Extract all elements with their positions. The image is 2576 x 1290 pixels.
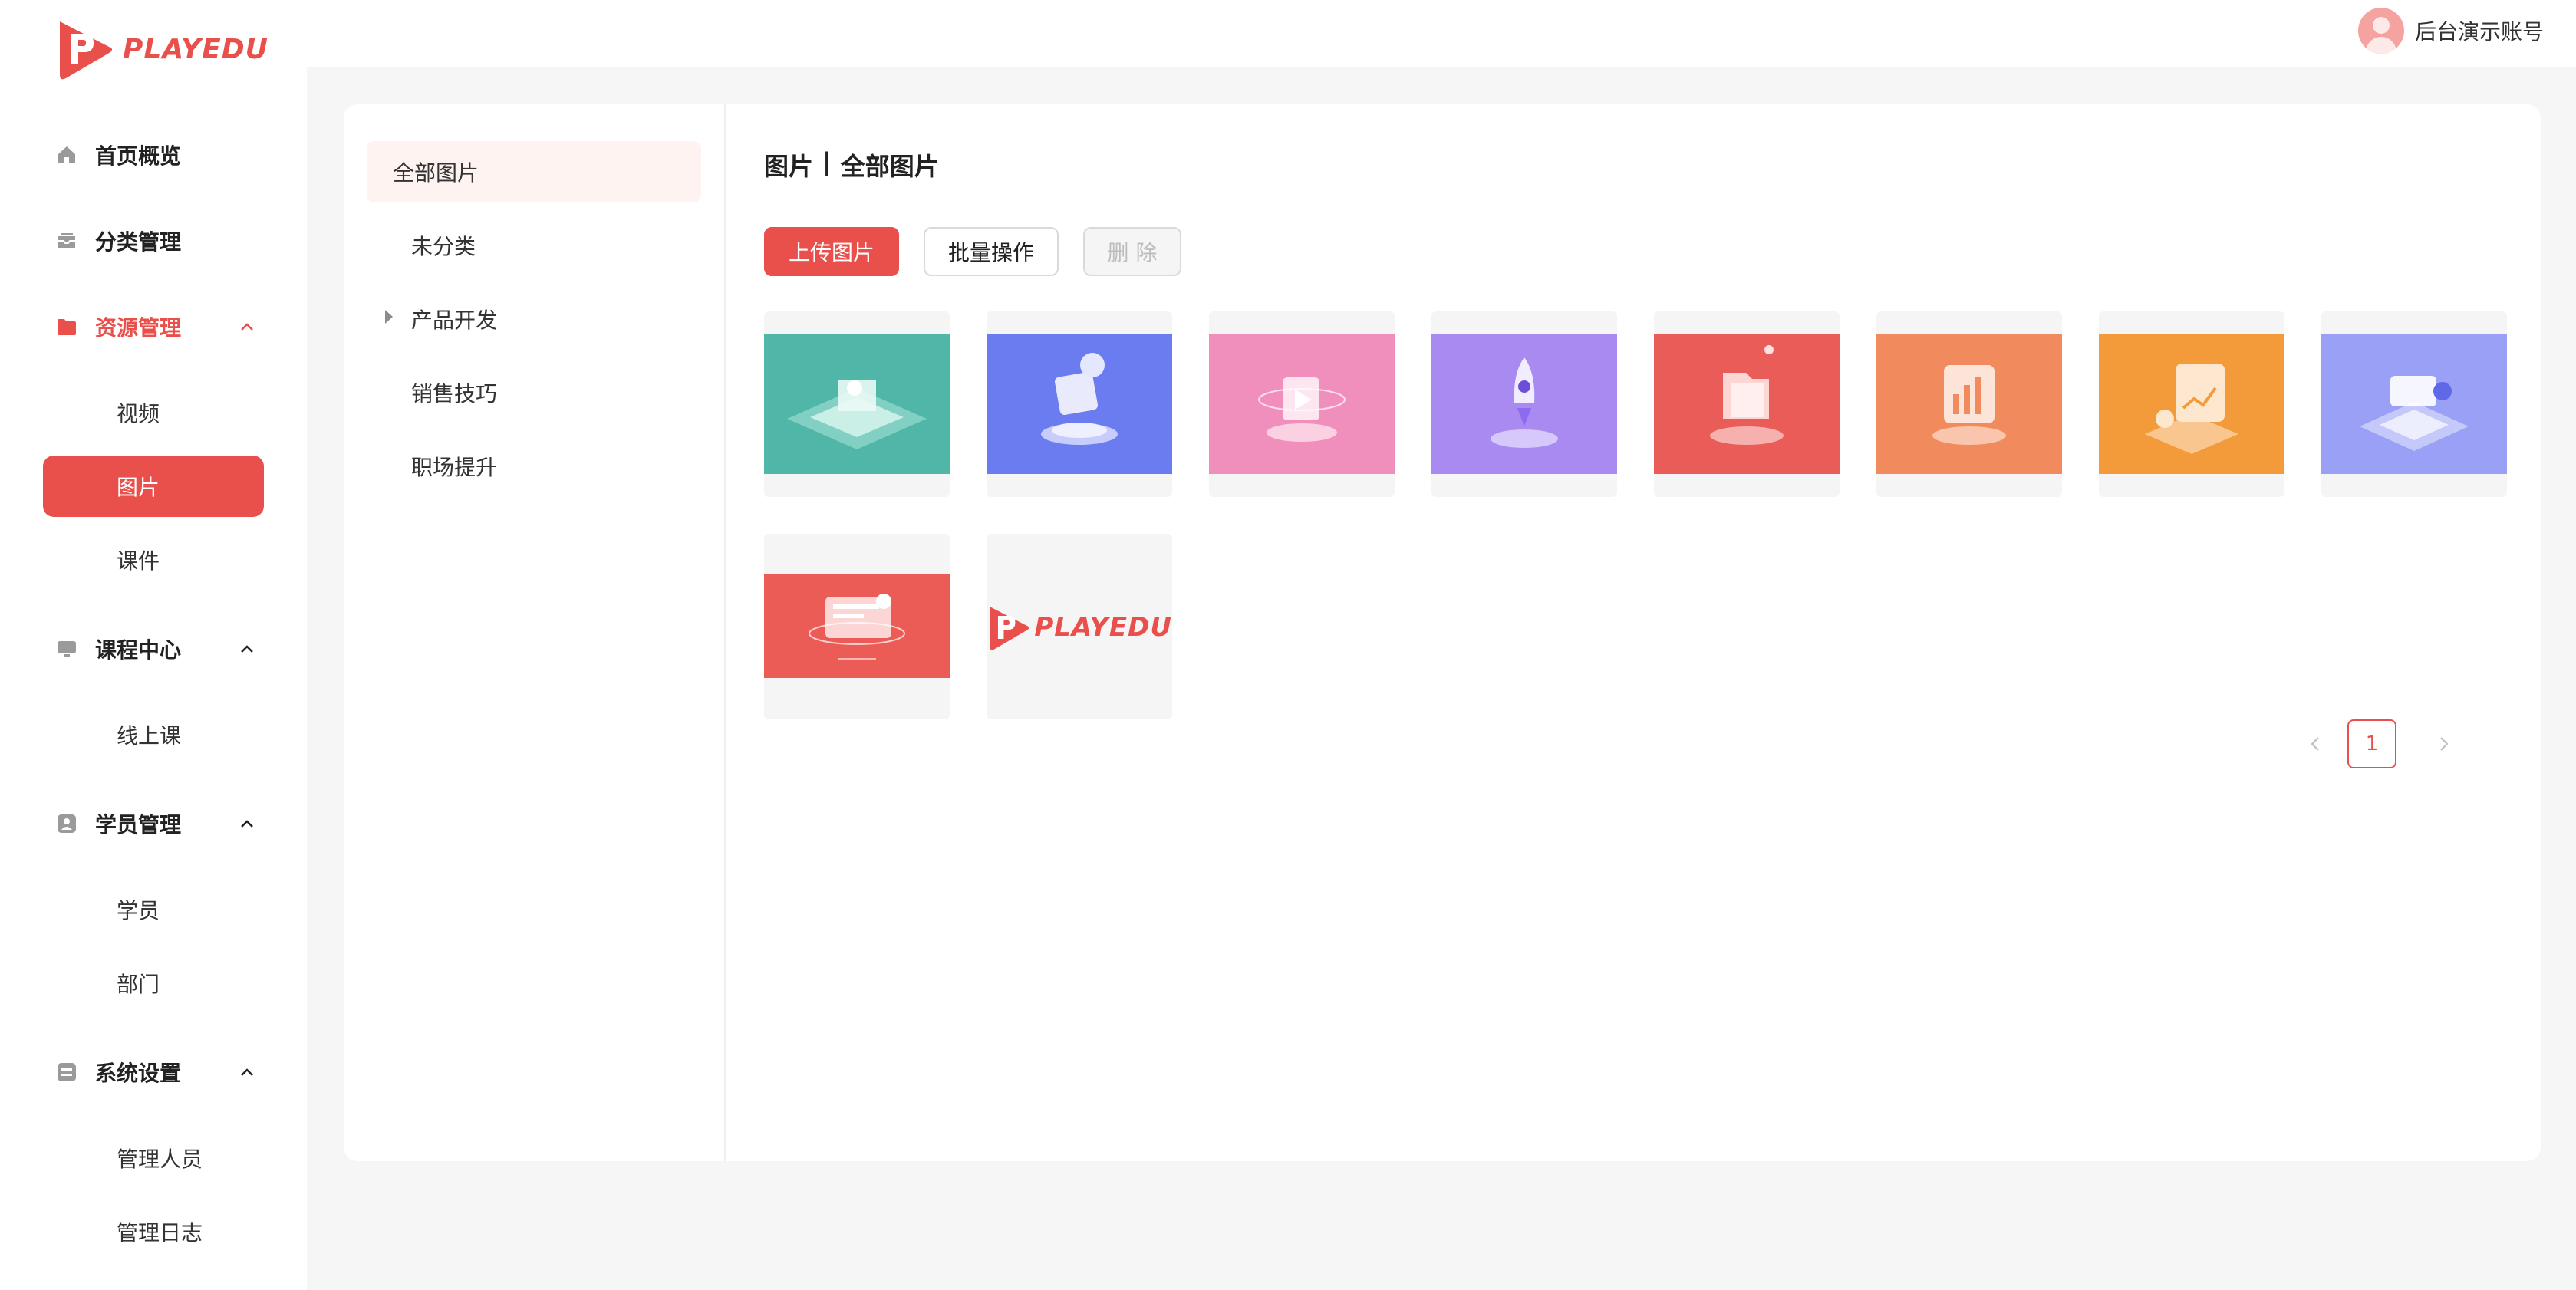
category-tree: 全部图片 未分类 产品开发 销售技巧 职场提升 bbox=[344, 104, 726, 1161]
image-thumb-red-ui[interactable] bbox=[764, 534, 950, 719]
category-item-product-dev[interactable]: 产品开发 bbox=[411, 296, 497, 342]
user-name[interactable]: 后台演示账号 bbox=[2415, 15, 2544, 46]
sidebar-subitem-images[interactable]: 图片 bbox=[117, 463, 160, 509]
caret-right-icon[interactable] bbox=[384, 308, 394, 325]
sidebar-item-home[interactable]: 首页概览 bbox=[55, 132, 181, 178]
sidebar-subitem-admins[interactable]: 管理人员 bbox=[117, 1135, 203, 1181]
home-icon bbox=[55, 143, 78, 166]
pagination: 1 bbox=[2300, 719, 2459, 768]
sidebar-item-label: 首页概览 bbox=[95, 143, 182, 169]
sidebar-item-label: 课程中心 bbox=[95, 637, 182, 663]
category-label: 销售技巧 bbox=[411, 381, 498, 406]
batch-operation-button[interactable]: 批量操作 bbox=[924, 227, 1059, 276]
image-thumb-purple[interactable] bbox=[1431, 311, 1617, 497]
playedu-logo-icon bbox=[990, 607, 1029, 650]
image-thumb-lavender[interactable] bbox=[2321, 311, 2507, 497]
image-thumb-orange[interactable] bbox=[1876, 311, 2062, 497]
category-label: 产品开发 bbox=[411, 308, 498, 333]
brand-logo[interactable]: PLAYEDU bbox=[55, 17, 268, 81]
monitor-icon bbox=[55, 637, 78, 660]
image-illustration bbox=[987, 334, 1172, 474]
sidebar-subitem-label: 图片 bbox=[117, 475, 160, 500]
sidebar-subitem-label: 管理日志 bbox=[117, 1220, 203, 1246]
chevron-left-icon[interactable] bbox=[2300, 729, 2331, 759]
category-item-career[interactable]: 职场提升 bbox=[411, 443, 497, 489]
sidebar-item-courses[interactable]: 课程中心 bbox=[55, 626, 181, 672]
category-item-sales[interactable]: 销售技巧 bbox=[411, 370, 497, 416]
user-card-icon bbox=[55, 812, 78, 835]
image-illustration bbox=[1431, 334, 1617, 474]
playedu-logo-icon bbox=[60, 21, 112, 80]
sidebar-subitem-label: 学员 bbox=[117, 898, 160, 923]
top-header: 后台演示账号 bbox=[0, 0, 2576, 67]
sidebar-subitem-label: 线上课 bbox=[117, 723, 182, 749]
category-item-uncategorized[interactable]: 未分类 bbox=[411, 222, 476, 268]
chevron-up-icon[interactable] bbox=[238, 640, 256, 658]
sidebar-subitem-label: 部门 bbox=[117, 972, 160, 997]
sidebar-subitem-student[interactable]: 学员 bbox=[117, 887, 160, 933]
category-label: 全部图片 bbox=[393, 160, 479, 186]
image-thumb-blue[interactable] bbox=[987, 311, 1172, 497]
chevron-up-icon[interactable] bbox=[238, 1063, 256, 1081]
sidebar-item-label: 学员管理 bbox=[95, 812, 182, 838]
image-thumb-pink[interactable] bbox=[1209, 311, 1395, 497]
page-number-current[interactable]: 1 bbox=[2347, 719, 2396, 768]
sidebar-subitem-label: 视频 bbox=[117, 401, 160, 426]
sidebar-item-label: 系统设置 bbox=[95, 1061, 182, 1086]
sidebar-subitem-label: 管理人员 bbox=[117, 1147, 203, 1172]
settings-panel-icon bbox=[55, 1061, 78, 1084]
sidebar-subitem-department[interactable]: 部门 bbox=[117, 960, 160, 1006]
breadcrumb: 图片 | 全部图片 bbox=[764, 147, 939, 183]
category-label: 职场提升 bbox=[411, 455, 498, 480]
image-illustration bbox=[764, 334, 950, 474]
image-illustration bbox=[1209, 334, 1395, 474]
sidebar-item-students[interactable]: 学员管理 bbox=[55, 801, 181, 847]
sidebar-item-label: 分类管理 bbox=[95, 229, 182, 255]
user-menu[interactable]: 后台演示账号 bbox=[2357, 6, 2544, 55]
delete-button[interactable]: 删 除 bbox=[1083, 227, 1181, 276]
sidebar-subitem-online-course[interactable]: 线上课 bbox=[117, 712, 181, 758]
breadcrumb-current: 全部图片 bbox=[840, 152, 939, 181]
logo-text: PLAYEDU bbox=[1034, 612, 1172, 643]
sidebar-subitem-video[interactable]: 视频 bbox=[117, 390, 160, 436]
image-illustration bbox=[2321, 334, 2507, 474]
chevron-right-icon[interactable] bbox=[2429, 729, 2459, 759]
sidebar-item-settings[interactable]: 系统设置 bbox=[55, 1049, 181, 1095]
sidebar: PLAYEDU 首页概览 分类管理 资源管理 视频 图片 课件 课程中心 线上课… bbox=[0, 0, 307, 1290]
playedu-logo-image: PLAYEDU bbox=[987, 597, 1172, 658]
image-thumb-logo[interactable]: PLAYEDU bbox=[987, 534, 1172, 719]
image-illustration bbox=[764, 574, 950, 678]
sidebar-item-resources[interactable]: 资源管理 bbox=[55, 304, 181, 350]
sidebar-subitem-label: 课件 bbox=[117, 548, 160, 574]
sidebar-subitem-logs[interactable]: 管理日志 bbox=[117, 1209, 203, 1255]
sidebar-subitem-courseware[interactable]: 课件 bbox=[117, 537, 160, 583]
avatar[interactable] bbox=[2357, 8, 2404, 54]
chevron-up-icon[interactable] bbox=[238, 814, 256, 833]
image-thumb-red[interactable] bbox=[1654, 311, 1840, 497]
image-thumb-amber[interactable] bbox=[2099, 311, 2284, 497]
logo-text: PLAYEDU bbox=[123, 33, 268, 65]
inbox-icon bbox=[55, 229, 78, 252]
content-area: 图片 | 全部图片 上传图片 批量操作 删 除 PLAYEDU 1 bbox=[726, 104, 2541, 1161]
folder-icon bbox=[55, 315, 78, 338]
chevron-up-icon[interactable] bbox=[238, 318, 256, 336]
category-item-all[interactable]: 全部图片 bbox=[393, 149, 479, 195]
breadcrumb-separator: | bbox=[822, 147, 832, 176]
image-illustration bbox=[1654, 334, 1840, 474]
upload-image-button[interactable]: 上传图片 bbox=[764, 227, 899, 276]
image-illustration bbox=[1876, 334, 2062, 474]
sidebar-item-category[interactable]: 分类管理 bbox=[55, 218, 181, 264]
image-illustration bbox=[2099, 334, 2284, 474]
breadcrumb-section: 图片 bbox=[764, 152, 814, 181]
sidebar-item-label: 资源管理 bbox=[95, 315, 182, 341]
main-card: 全部图片 未分类 产品开发 销售技巧 职场提升 图片 | 全部图片 上传图片 批… bbox=[344, 104, 2541, 1161]
category-label: 未分类 bbox=[411, 234, 476, 259]
image-thumb-teal[interactable] bbox=[764, 311, 950, 497]
